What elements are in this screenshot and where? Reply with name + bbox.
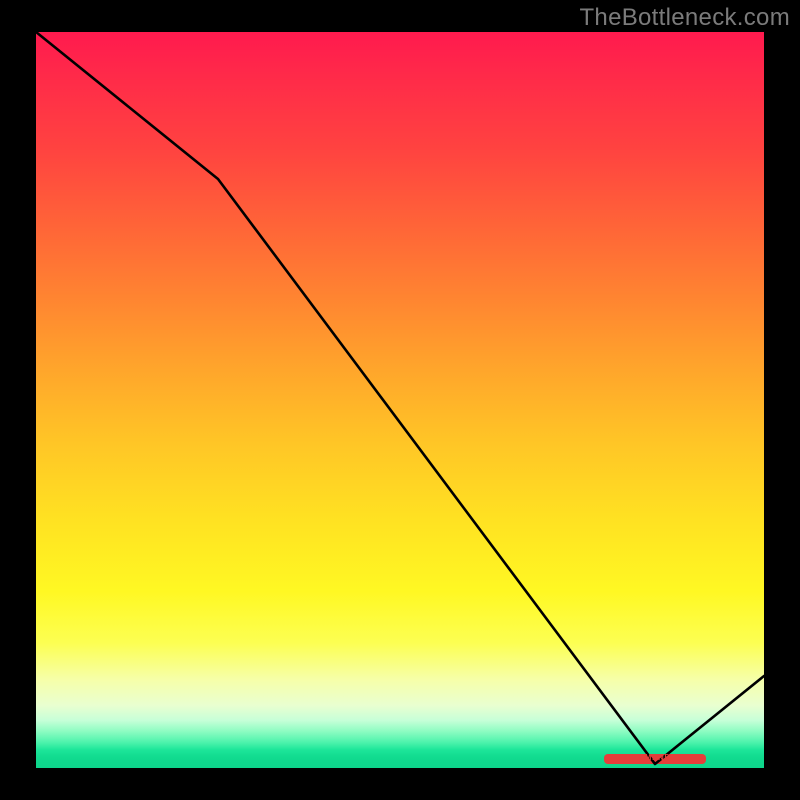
bottleneck-curve: [36, 32, 764, 768]
recommended-strip-label: RECOMMENDED: [612, 753, 683, 762]
curve-path: [36, 32, 764, 764]
chart-canvas: TheBottleneck.com RECOMMENDED: [0, 0, 800, 800]
plot-area: RECOMMENDED: [36, 32, 764, 768]
watermark-text: TheBottleneck.com: [579, 4, 790, 32]
